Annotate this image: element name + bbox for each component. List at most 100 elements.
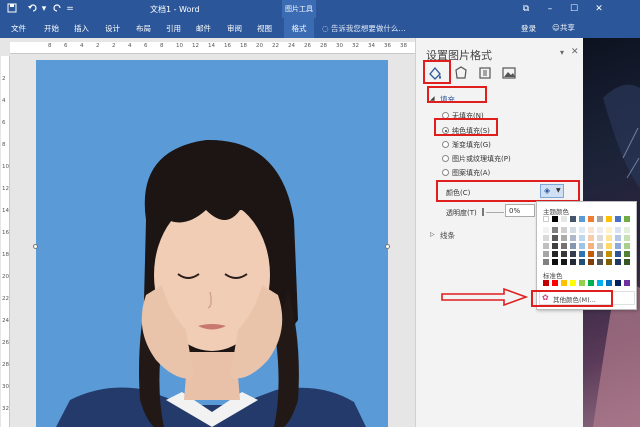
theme-shade-swatch[interactable] xyxy=(615,227,621,233)
theme-shade-swatch[interactable] xyxy=(624,251,630,257)
transparency-slider-track[interactable] xyxy=(486,212,504,213)
restore-icon[interactable]: ⧉ xyxy=(519,2,533,16)
tab-format[interactable]: 格式 xyxy=(284,18,314,38)
theme-shade-swatch[interactable] xyxy=(624,243,630,249)
layout-properties-icon[interactable] xyxy=(476,64,494,82)
standard-color-swatch[interactable] xyxy=(570,280,576,286)
radio-gradient-fill[interactable] xyxy=(442,141,449,148)
theme-color-swatch[interactable] xyxy=(624,216,630,222)
standard-color-swatch[interactable] xyxy=(579,280,585,286)
share-button[interactable]: ☺共享 xyxy=(552,21,576,35)
redo-icon[interactable] xyxy=(51,3,63,15)
theme-color-swatch[interactable] xyxy=(570,216,576,222)
tab-insert[interactable]: 插入 xyxy=(74,23,89,35)
pane-close-icon[interactable]: ✕ xyxy=(571,47,579,57)
selected-picture[interactable] xyxy=(36,60,388,427)
theme-shade-swatch[interactable] xyxy=(624,235,630,241)
tab-layout[interactable]: 布局 xyxy=(136,23,151,35)
theme-shade-swatch[interactable] xyxy=(552,251,558,257)
theme-color-swatch[interactable] xyxy=(606,216,612,222)
theme-color-swatch[interactable] xyxy=(615,216,621,222)
theme-shade-swatch[interactable] xyxy=(561,259,567,265)
theme-shade-swatch[interactable] xyxy=(588,235,594,241)
theme-shade-swatch[interactable] xyxy=(570,227,576,233)
standard-color-swatch[interactable] xyxy=(615,280,621,286)
theme-shade-swatch[interactable] xyxy=(597,235,603,241)
theme-shade-swatch[interactable] xyxy=(588,259,594,265)
line-section-header[interactable]: 线条 xyxy=(440,230,455,241)
standard-color-swatch[interactable] xyxy=(606,280,612,286)
standard-color-swatch[interactable] xyxy=(624,280,630,286)
minimize-icon[interactable]: – xyxy=(543,2,557,16)
customize-icon[interactable]: = xyxy=(64,3,76,15)
theme-color-swatch[interactable] xyxy=(579,216,585,222)
document-page[interactable] xyxy=(33,60,390,427)
theme-shade-swatch[interactable] xyxy=(615,235,621,241)
theme-shade-swatch[interactable] xyxy=(579,227,585,233)
save-icon[interactable] xyxy=(6,3,18,15)
theme-shade-swatch[interactable] xyxy=(570,243,576,249)
theme-shade-swatch[interactable] xyxy=(561,243,567,249)
theme-shade-swatch[interactable] xyxy=(597,243,603,249)
effects-icon[interactable] xyxy=(452,64,470,82)
tab-review[interactable]: 审阅 xyxy=(227,23,242,35)
theme-shade-swatch[interactable] xyxy=(579,235,585,241)
transparency-input[interactable]: 0% xyxy=(505,204,535,217)
close-icon[interactable]: ✕ xyxy=(592,2,606,16)
theme-shade-swatch[interactable] xyxy=(615,259,621,265)
horizontal-ruler[interactable]: 8 6 4 2 2 4 6 8 10 12 14 16 18 20 22 24 26 28 30 32 34 36 38 xyxy=(10,42,415,54)
theme-shade-swatch[interactable] xyxy=(588,227,594,233)
transparency-slider-thumb[interactable] xyxy=(482,208,484,216)
standard-color-swatch[interactable] xyxy=(561,280,567,286)
theme-color-swatch[interactable] xyxy=(552,216,558,222)
theme-shade-swatch[interactable] xyxy=(561,251,567,257)
tab-mailings[interactable]: 邮件 xyxy=(196,23,211,35)
theme-shade-swatch[interactable] xyxy=(606,251,612,257)
theme-shade-swatch[interactable] xyxy=(552,235,558,241)
theme-shade-swatch[interactable] xyxy=(561,227,567,233)
theme-color-swatch[interactable] xyxy=(597,216,603,222)
tell-me-box[interactable]: ◌ 告诉我您想要做什么... xyxy=(322,23,406,34)
tab-references[interactable]: 引用 xyxy=(166,23,181,35)
theme-shade-swatch[interactable] xyxy=(597,251,603,257)
theme-shade-swatch[interactable] xyxy=(606,235,612,241)
theme-shade-swatch[interactable] xyxy=(543,259,549,265)
picture-icon[interactable] xyxy=(500,64,518,82)
theme-shade-swatch[interactable] xyxy=(579,243,585,249)
theme-shade-swatch[interactable] xyxy=(552,227,558,233)
tab-view[interactable]: 视图 xyxy=(257,23,272,35)
theme-shade-swatch[interactable] xyxy=(561,235,567,241)
tab-file[interactable]: 文件 xyxy=(11,23,26,35)
theme-shade-swatch[interactable] xyxy=(615,251,621,257)
undo-dropdown-icon[interactable]: ▾ xyxy=(38,3,50,15)
theme-shade-swatch[interactable] xyxy=(552,243,558,249)
theme-shade-swatch[interactable] xyxy=(543,235,549,241)
theme-color-swatch[interactable] xyxy=(588,216,594,222)
standard-color-swatch[interactable] xyxy=(543,280,549,286)
resize-handle-right[interactable] xyxy=(385,244,390,249)
line-expand-icon[interactable]: ▷ xyxy=(430,231,435,238)
radio-picture-texture-fill[interactable] xyxy=(442,155,449,162)
theme-shade-swatch[interactable] xyxy=(579,251,585,257)
theme-color-swatch[interactable] xyxy=(543,216,549,222)
resize-handle-left[interactable] xyxy=(33,244,38,249)
theme-shade-swatch[interactable] xyxy=(606,227,612,233)
theme-shade-swatch[interactable] xyxy=(570,235,576,241)
theme-shade-swatch[interactable] xyxy=(570,259,576,265)
theme-shade-swatch[interactable] xyxy=(597,227,603,233)
sign-in-link[interactable]: 登录 xyxy=(521,23,536,34)
theme-color-swatch[interactable] xyxy=(561,216,567,222)
theme-shade-swatch[interactable] xyxy=(597,259,603,265)
pane-options-icon[interactable]: ▾ xyxy=(560,48,564,57)
theme-shade-swatch[interactable] xyxy=(543,227,549,233)
radio-pattern-fill[interactable] xyxy=(442,169,449,176)
standard-color-swatch[interactable] xyxy=(597,280,603,286)
theme-shade-swatch[interactable] xyxy=(624,259,630,265)
theme-shade-swatch[interactable] xyxy=(588,243,594,249)
theme-shade-swatch[interactable] xyxy=(543,251,549,257)
theme-shade-swatch[interactable] xyxy=(606,243,612,249)
tab-home[interactable]: 开始 xyxy=(44,23,59,35)
theme-shade-swatch[interactable] xyxy=(579,259,585,265)
tab-design[interactable]: 设计 xyxy=(105,23,120,35)
theme-shade-swatch[interactable] xyxy=(606,259,612,265)
